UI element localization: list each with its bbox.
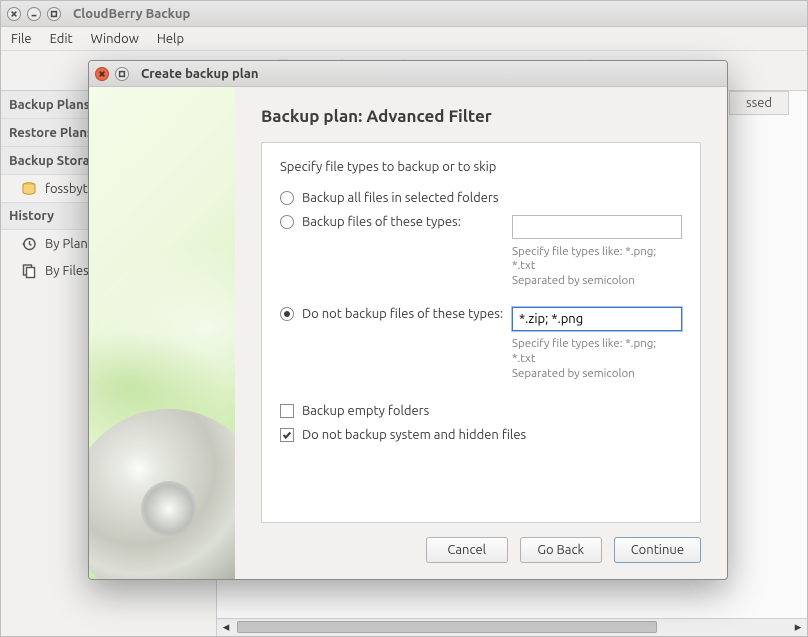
hint-text: Specify file types like: *.png; *.txt	[512, 245, 682, 275]
dialog-close-icon[interactable]	[95, 67, 109, 81]
checkbox-label: Backup empty folders	[302, 404, 429, 418]
scroll-right-icon[interactable]: ▸	[789, 619, 807, 636]
radio-icon[interactable]	[280, 191, 294, 205]
scroll-left-icon[interactable]: ◂	[217, 619, 235, 636]
continue-button[interactable]: Continue	[614, 537, 701, 563]
dialog-buttons: Cancel Go Back Continue	[261, 523, 701, 579]
checkbox-icon[interactable]	[280, 404, 294, 418]
sidebar-history-label: By Plan	[45, 237, 88, 251]
option-label: Backup all files in selected folders	[302, 191, 498, 205]
close-icon[interactable]	[7, 7, 21, 21]
disc-icon	[89, 409, 235, 579]
option-backup-types[interactable]: Backup files of these types:	[280, 215, 512, 229]
hint-text: Separated by semicolon	[512, 367, 682, 382]
sidebar-storage-label: fossbyt	[45, 182, 88, 196]
exclude-types-input[interactable]	[512, 307, 682, 331]
menu-file[interactable]: File	[11, 32, 32, 46]
dialog-maximize-icon[interactable]	[115, 67, 129, 81]
include-types-input[interactable]	[512, 215, 682, 239]
scroll-thumb[interactable]	[237, 621, 657, 633]
menu-window[interactable]: Window	[91, 32, 139, 46]
sidebar-history-label: By Files	[45, 264, 89, 278]
option-backup-all[interactable]: Backup all files in selected folders	[280, 191, 682, 205]
go-back-button[interactable]: Go Back	[520, 537, 602, 563]
column-header-fragment: ssed	[729, 91, 789, 115]
dialog-sidebar-graphic	[89, 87, 235, 579]
create-backup-plan-dialog: Create backup plan Backup plan: Advanced…	[88, 60, 728, 580]
radio-icon[interactable]	[280, 215, 294, 229]
checkbox-backup-empty[interactable]: Backup empty folders	[280, 404, 682, 418]
history-icon	[21, 236, 37, 252]
app-title: CloudBerry Backup	[73, 7, 190, 21]
option-label: Backup files of these types:	[302, 215, 461, 229]
files-icon	[21, 263, 37, 279]
horizontal-scrollbar[interactable]: ◂ ▸	[217, 618, 807, 636]
storage-icon	[21, 181, 37, 197]
menubar: File Edit Window Help	[1, 27, 807, 51]
option-label: Do not backup files of these types:	[302, 307, 503, 321]
minimize-icon[interactable]	[27, 7, 41, 21]
main-titlebar: CloudBerry Backup	[1, 1, 807, 27]
checkbox-icon[interactable]	[280, 428, 294, 442]
menu-edit[interactable]: Edit	[50, 32, 73, 46]
dialog-title: Create backup plan	[141, 67, 259, 81]
menu-help[interactable]: Help	[157, 32, 184, 46]
dialog-titlebar: Create backup plan	[89, 61, 727, 87]
checkbox-skip-system-hidden[interactable]: Do not backup system and hidden files	[280, 428, 682, 442]
checkbox-label: Do not backup system and hidden files	[302, 428, 526, 442]
hint-text: Separated by semicolon	[512, 274, 682, 289]
radio-icon[interactable]	[280, 307, 294, 321]
hint-text: Specify file types like: *.png; *.txt	[512, 337, 682, 367]
instruction-text: Specify file types to backup or to skip	[280, 159, 682, 177]
dialog-content: Specify file types to backup or to skip …	[261, 142, 701, 523]
option-exclude-types[interactable]: Do not backup files of these types:	[280, 307, 512, 321]
cancel-button[interactable]: Cancel	[426, 537, 508, 563]
dialog-heading: Backup plan: Advanced Filter	[261, 107, 701, 126]
maximize-icon[interactable]	[47, 7, 61, 21]
